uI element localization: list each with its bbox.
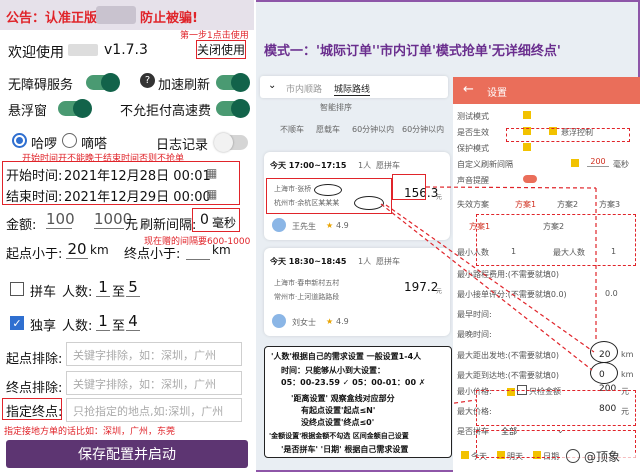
calendar-icon[interactable]: ▦ xyxy=(206,166,217,180)
float-window-toggle[interactable] xyxy=(58,99,92,118)
save-and-start-button[interactable]: 保存配置并启动 xyxy=(6,440,248,468)
yuan-label: 元 xyxy=(125,218,139,233)
redacted-name xyxy=(68,44,98,56)
toggle-label-float: 悬浮窗 xyxy=(8,104,48,119)
tutorial-image: 模式一：'城际订单''市内订单'模式抢单'无详细终点' ⌄ 市内顺路 城际路线 … xyxy=(256,0,640,472)
end-exclude-label: 终点排除: xyxy=(6,381,63,396)
instructions-box: '人数'根据自己的需求设置 一般设置1-4人 时间：只能够从小到大设置： 05：… xyxy=(264,346,452,458)
instruction-line: 时间：只能够从小到大设置： xyxy=(281,366,385,375)
version-text: v1.7.3 xyxy=(104,42,148,58)
dest-label: 指定终点: xyxy=(6,405,63,420)
carpool-min-input[interactable]: 1 xyxy=(96,278,110,297)
log-record-toggle[interactable] xyxy=(214,133,248,152)
start-exclude-input[interactable]: 关键字排除，如：深圳，广州 xyxy=(66,342,242,366)
instruction-line: '人数'根据自己的需求设置 一般设置1-4人 xyxy=(271,352,422,361)
refresh-input[interactable]: 0 xyxy=(200,212,209,228)
radio-label-dida: 嘀嗒 xyxy=(81,137,108,152)
end-time-label: 结束时间: xyxy=(6,190,63,205)
redacted-block xyxy=(96,6,136,24)
exclusive-people-label: 人数: xyxy=(62,319,93,334)
carpool-label: 拼车 xyxy=(30,285,57,300)
watermark-text: @顶象 xyxy=(584,450,621,464)
amount-label: 金额: xyxy=(6,218,37,233)
amount-min-input[interactable]: 100 xyxy=(46,210,75,229)
start-time-label: 开始时间: xyxy=(6,169,63,184)
exclusive-checkbox[interactable]: ✓ xyxy=(10,316,24,330)
dest-input[interactable]: 只抢指定的地点,如:深圳，广州 xyxy=(66,398,242,422)
km-label: km xyxy=(212,243,231,257)
toggle-label-no-highway: 不允拒付高速费 xyxy=(120,104,212,119)
exclusive-min-input[interactable]: 1 xyxy=(96,312,110,331)
ms-label: 毫秒 xyxy=(212,216,237,230)
question-circle-icon: ? xyxy=(140,73,155,88)
instruction-line: 没终点设置'终点≤0' xyxy=(301,418,375,427)
end-lt-label: 终点小于: xyxy=(124,247,181,262)
accessibility-toggle[interactable] xyxy=(86,73,120,92)
toggle-label-speed: 加速刷新 xyxy=(158,78,211,93)
end-time-value[interactable]: 2021年12月29日 00:00 xyxy=(64,186,211,205)
mascot-logo-icon xyxy=(566,449,580,463)
toggle-label-accessibility: 无障碍服务 xyxy=(8,78,74,93)
config-screen: 公告：认准正版 防止被骗! 欢迎使用 v1.7.3 第一步1点击使用 关闭使用 … xyxy=(0,0,254,472)
instruction-line: 有起点设置'起点≤N' xyxy=(301,406,376,415)
exclusive-label: 独享 xyxy=(30,319,57,334)
watermark: @顶象 xyxy=(562,446,636,466)
speed-refresh-toggle[interactable] xyxy=(216,73,250,92)
to-label: 至 xyxy=(112,285,126,300)
end-exclude-input[interactable]: 关键字排除，如：深圳，广州 xyxy=(66,371,242,395)
instruction-line: '金额设置'根据金额不勾选 区间金额自己设置 xyxy=(269,432,409,440)
amount-max-input[interactable]: 1000 xyxy=(94,210,132,229)
carpool-checkbox[interactable] xyxy=(10,282,24,296)
announcement-bar: 公告：认准正版 防止被骗! xyxy=(0,0,254,30)
km-label: km xyxy=(90,243,109,257)
start-time-value[interactable]: 2021年12月28日 00:01 xyxy=(64,165,211,184)
close-use-button[interactable]: 关闭使用 xyxy=(196,40,246,59)
announcement-prefix: 公告：认准正版 xyxy=(6,11,98,26)
announcement-suffix: 防止被骗! xyxy=(140,11,198,26)
instruction-line: 05：00-23.59 ✓ 05：00-01：00 ✗ xyxy=(281,378,426,387)
end-lt-input[interactable] xyxy=(186,240,210,260)
carpool-people-label: 人数: xyxy=(62,285,93,300)
refresh-label: 刷新间隔: xyxy=(140,218,197,233)
radio-dida[interactable] xyxy=(62,133,77,148)
start-lt-label: 起点小于: xyxy=(6,247,63,262)
to-label: 至 xyxy=(112,319,126,334)
instruction-line: '是否拼车' '日期' 根据自己需求设置 xyxy=(281,445,409,454)
dest-note: 指定接地方单的话比如：深圳，广州，东莞 xyxy=(4,427,176,437)
no-highway-toggle[interactable] xyxy=(216,99,250,118)
start-lt-input[interactable]: 20 xyxy=(66,240,88,259)
radio-label-hello: 哈啰 xyxy=(31,137,58,152)
carpool-max-input[interactable]: 5 xyxy=(126,278,140,297)
welcome-text: 欢迎使用 xyxy=(8,45,64,61)
exclusive-max-input[interactable]: 4 xyxy=(126,312,140,331)
start-exclude-label: 起点排除: xyxy=(6,352,63,367)
radio-hello[interactable] xyxy=(12,133,27,148)
calendar-icon[interactable]: ▦ xyxy=(206,187,217,201)
instruction-line: '距离设置' 观察盒线对应部分 xyxy=(291,394,395,403)
